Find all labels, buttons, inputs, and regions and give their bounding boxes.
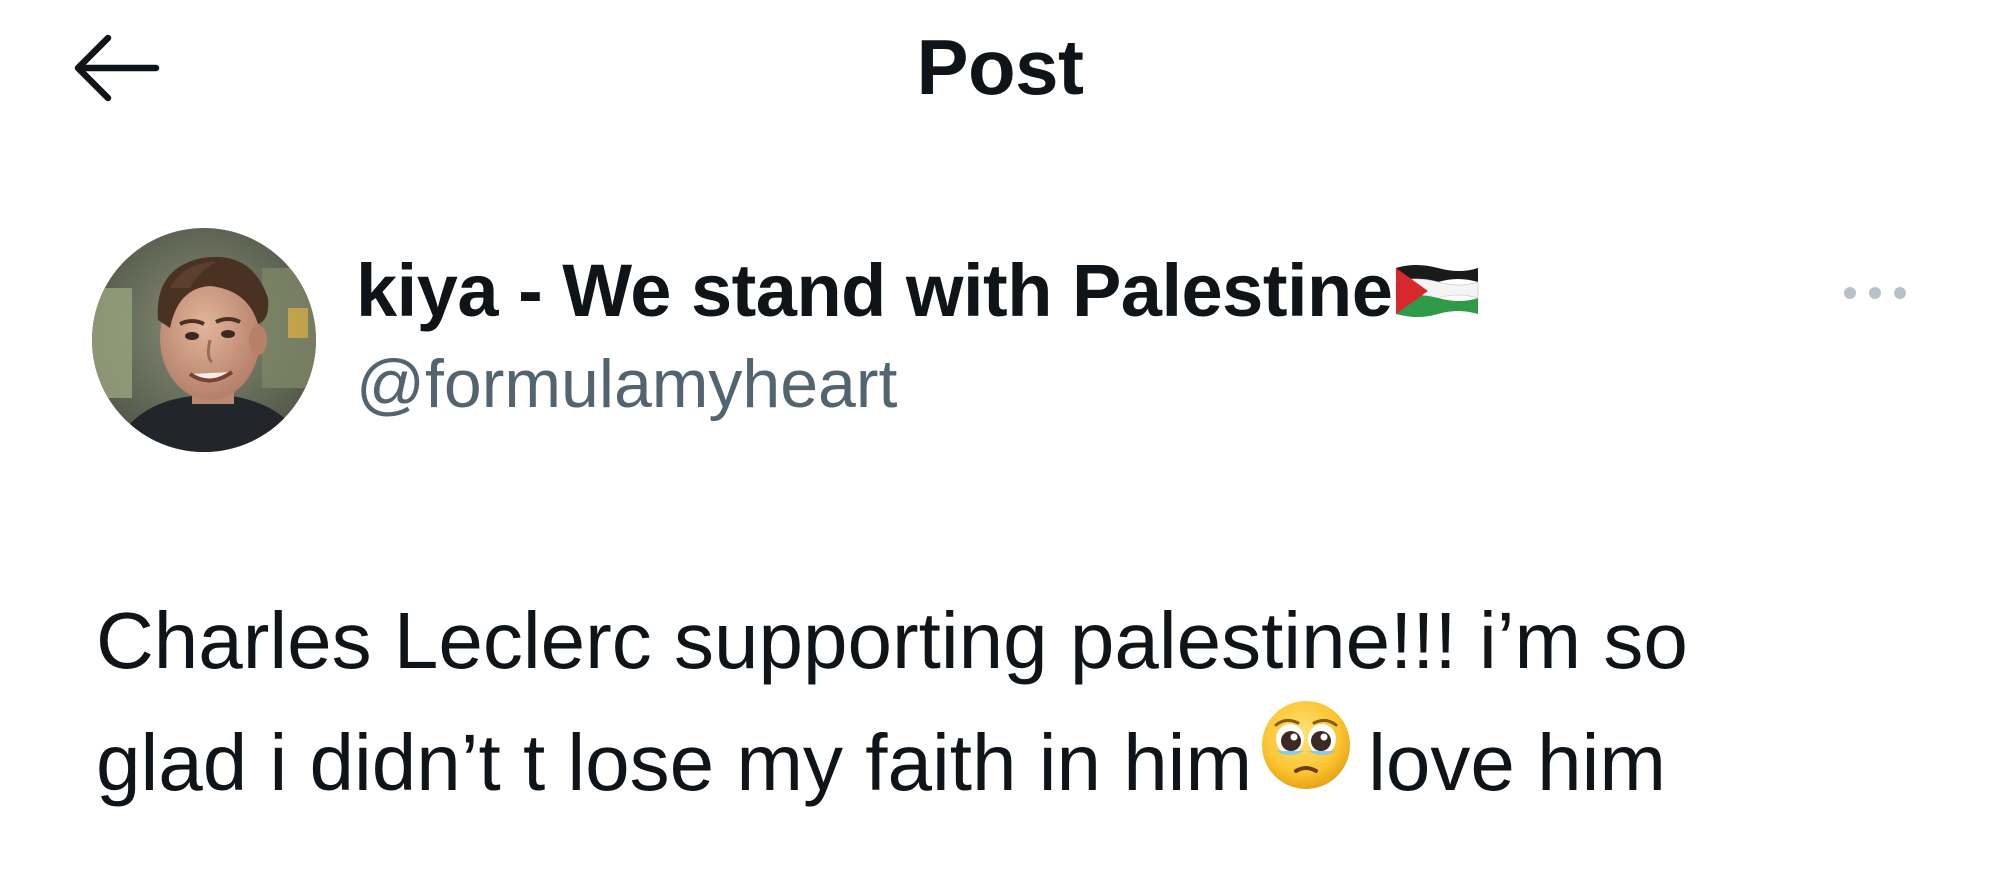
tweet-line-2-end: love him bbox=[1368, 718, 1666, 807]
post-page: Post kiya - We stand with Palestine @for… bbox=[0, 0, 2000, 894]
more-options-button[interactable] bbox=[1830, 268, 1920, 318]
avatar[interactable] bbox=[92, 228, 316, 452]
display-name: kiya - We stand with Palestine bbox=[356, 248, 1393, 332]
palestine-flag-icon bbox=[1394, 260, 1480, 327]
tweet-line-2: glad i didn’t t lose my faith in him lov… bbox=[96, 700, 1936, 827]
tweet-line-2-start: glad i didn’t t lose my faith in him bbox=[96, 718, 1253, 807]
tweet-text: Charles Leclerc supporting palestine!!! … bbox=[96, 580, 1936, 827]
user-handle[interactable]: @formulamyheart bbox=[356, 345, 897, 423]
display-name-row[interactable]: kiya - We stand with Palestine bbox=[356, 245, 1480, 335]
tweet-line-1: Charles Leclerc supporting palestine!!! … bbox=[96, 596, 1688, 685]
pleading-face-emoji-icon bbox=[1258, 697, 1354, 827]
more-horizontal-icon bbox=[1844, 287, 1906, 299]
page-title: Post bbox=[916, 23, 1084, 111]
avatar-photo bbox=[92, 228, 316, 452]
